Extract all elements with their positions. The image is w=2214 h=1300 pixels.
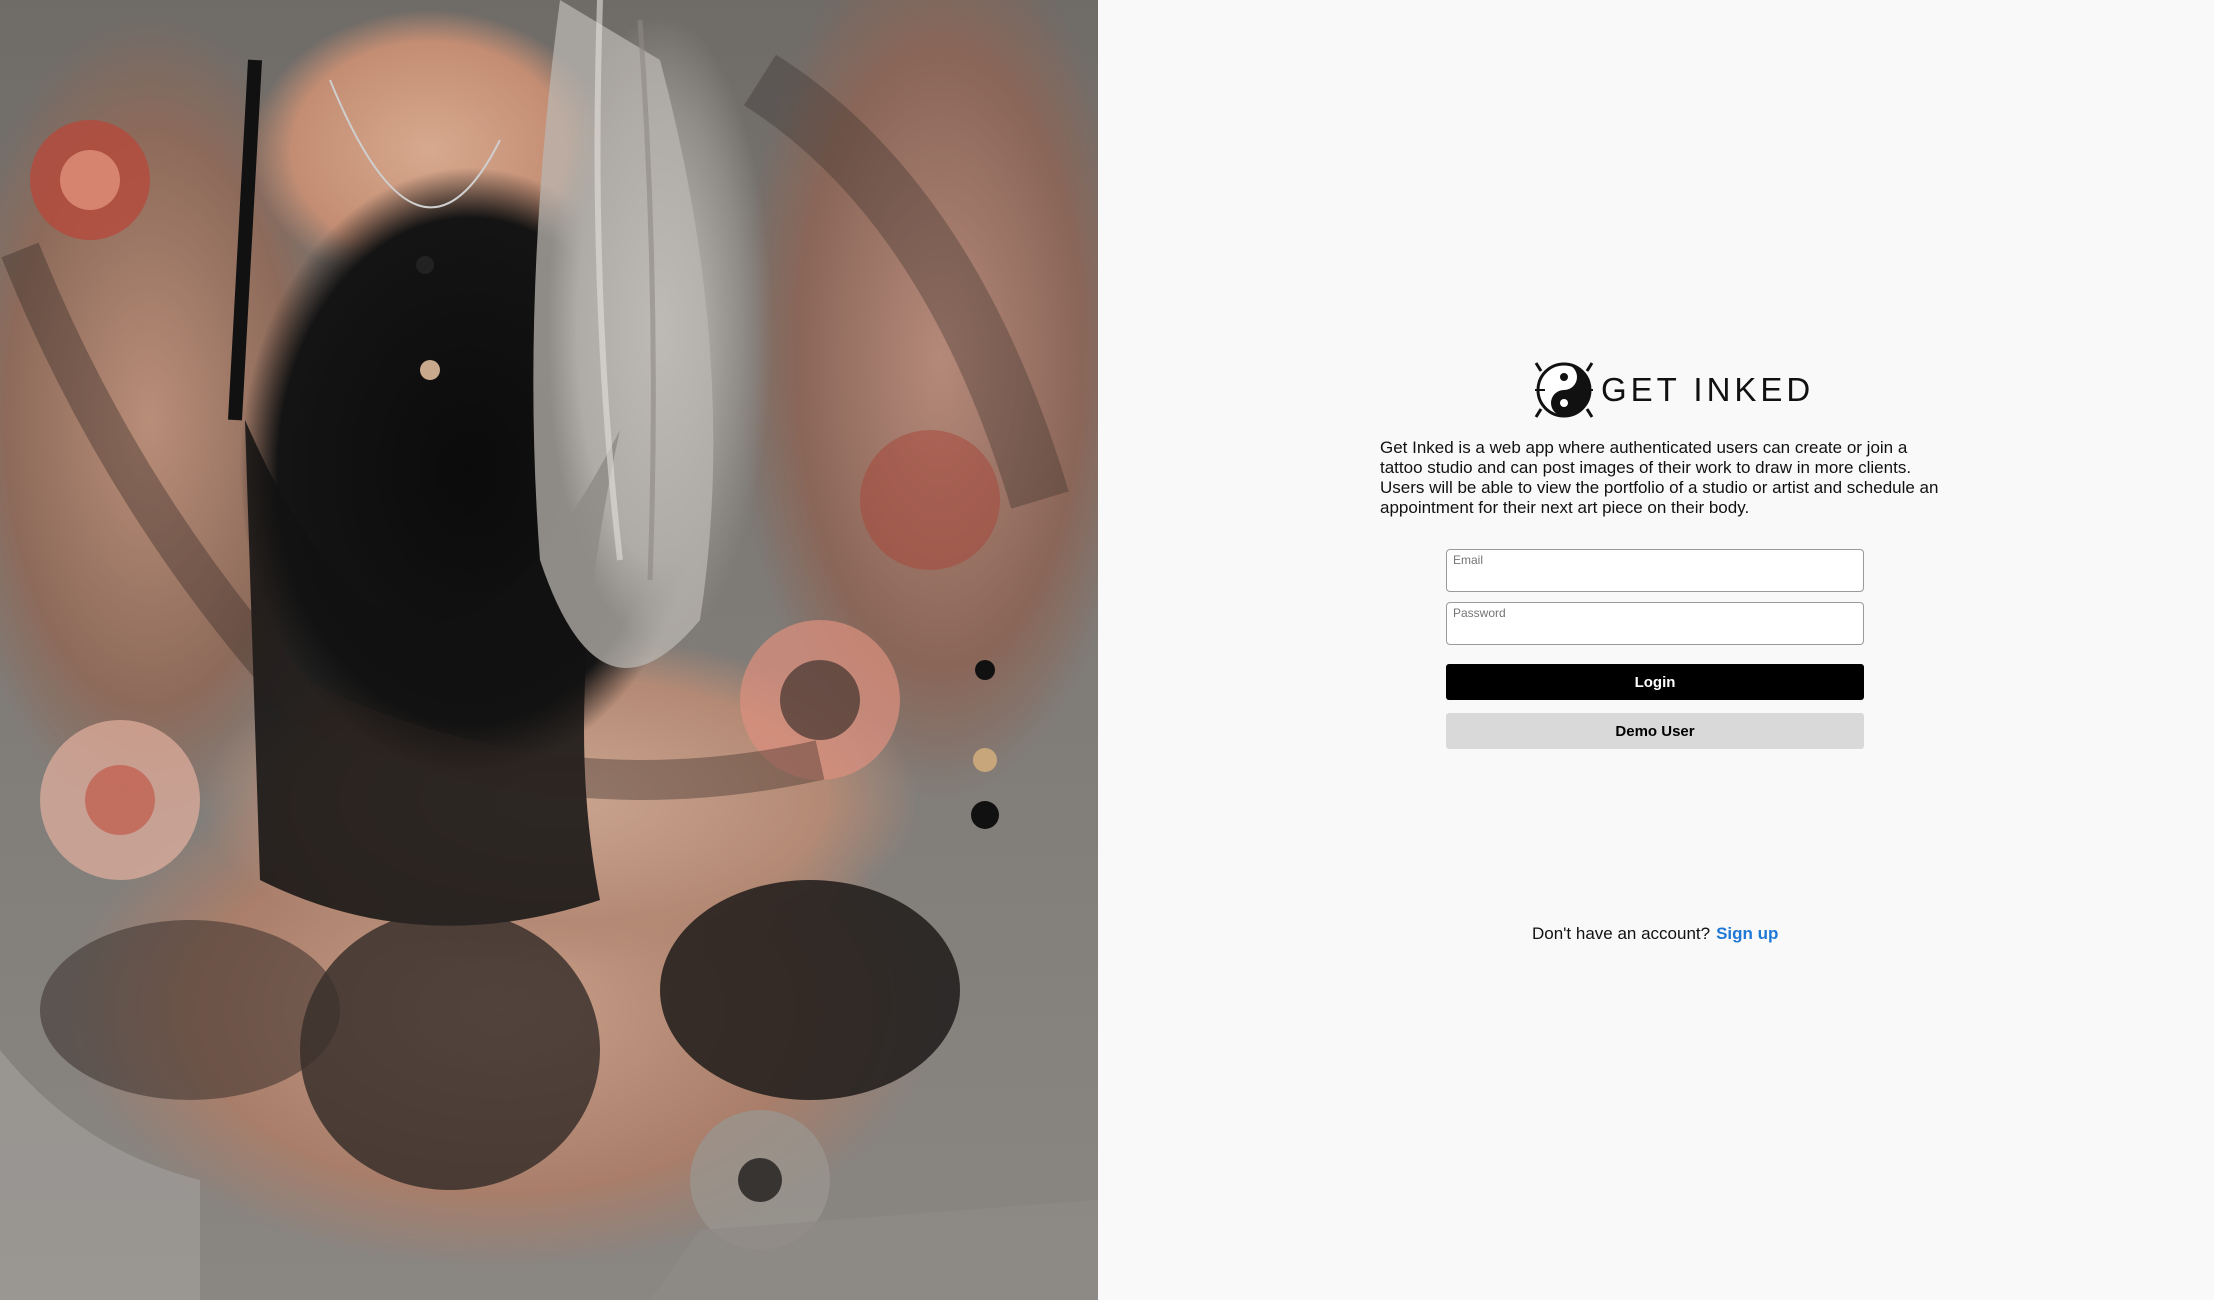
password-label: Password [1453,606,1506,620]
brand-title: GET INKED [1601,371,1815,408]
tattoo-art-illustration [0,0,1098,1300]
signup-prompt: Don't have an account? [1532,924,1711,943]
demo-user-button[interactable]: Demo User [1446,713,1864,749]
app-description: Get Inked is a web app where authenticat… [1380,438,1939,517]
dragon-tiger-yin-yang-icon [1534,362,1594,418]
signup-link[interactable]: Sign up [1716,924,1778,944]
email-input[interactable] [1453,569,1857,589]
email-label: Email [1453,553,1484,567]
password-field[interactable]: Password [1446,602,1864,645]
signup-row: Don't have an account? Sign up [1532,924,1778,944]
login-panel: GET INKED Get Inked is a web app where a… [1098,0,2214,1300]
email-field[interactable]: Email [1446,549,1864,592]
brand-header: GET INKED [1533,355,1814,425]
hero-image [0,0,1098,1300]
password-input[interactable] [1453,622,1857,642]
login-button[interactable]: Login [1446,664,1864,700]
